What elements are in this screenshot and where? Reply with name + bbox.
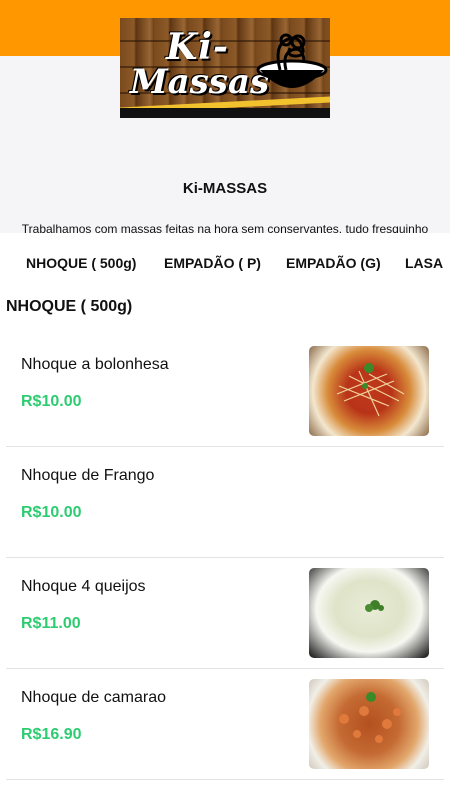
product-price: R$10.00 bbox=[21, 393, 82, 410]
product-item[interactable]: Nhoque a bolonhesa R$10.00 bbox=[6, 336, 444, 447]
store-logo: Ki- Massas bbox=[120, 18, 330, 118]
section-title: NHOQUE ( 500g) bbox=[6, 298, 133, 315]
product-image[interactable] bbox=[309, 568, 429, 658]
category-tabs: NHOQUE ( 500g) EMPADÃO ( P) EMPADÃO (G) … bbox=[0, 233, 450, 293]
product-price: R$11.00 bbox=[21, 615, 81, 632]
pasta-bowl-icon bbox=[256, 33, 328, 88]
tab-lasanha[interactable]: LASA bbox=[405, 255, 443, 271]
product-name: Nhoque a bolonhesa bbox=[21, 356, 169, 373]
product-name: Nhoque 4 queijos bbox=[21, 578, 146, 595]
product-price: R$10.00 bbox=[21, 504, 82, 521]
store-name: Ki-MASSAS bbox=[182, 180, 268, 197]
logo-text-line2: Massas bbox=[130, 62, 270, 102]
product-image[interactable] bbox=[309, 679, 429, 769]
product-photo-graphic bbox=[339, 692, 401, 743]
product-name: Nhoque de Frango bbox=[21, 467, 155, 484]
tab-nhoque[interactable]: NHOQUE ( 500g) bbox=[26, 255, 136, 271]
product-item[interactable]: Nhoque de Frango R$10.00 bbox=[6, 447, 444, 558]
product-photo-graphic bbox=[365, 600, 384, 612]
product-name: Nhoque de camarao bbox=[21, 689, 166, 706]
product-item[interactable]: Nhoque de camarao R$16.90 bbox=[6, 669, 444, 780]
product-photo-graphic bbox=[336, 363, 405, 417]
product-item[interactable]: Nhoque 4 queijos R$11.00 bbox=[6, 558, 444, 669]
tab-empadao-g[interactable]: EMPADÃO (G) bbox=[286, 255, 381, 271]
tab-empadao-p[interactable]: EMPADÃO ( P) bbox=[164, 255, 261, 271]
product-price: R$16.90 bbox=[21, 726, 82, 743]
product-image[interactable] bbox=[309, 346, 429, 436]
logo-stripe bbox=[120, 108, 330, 118]
